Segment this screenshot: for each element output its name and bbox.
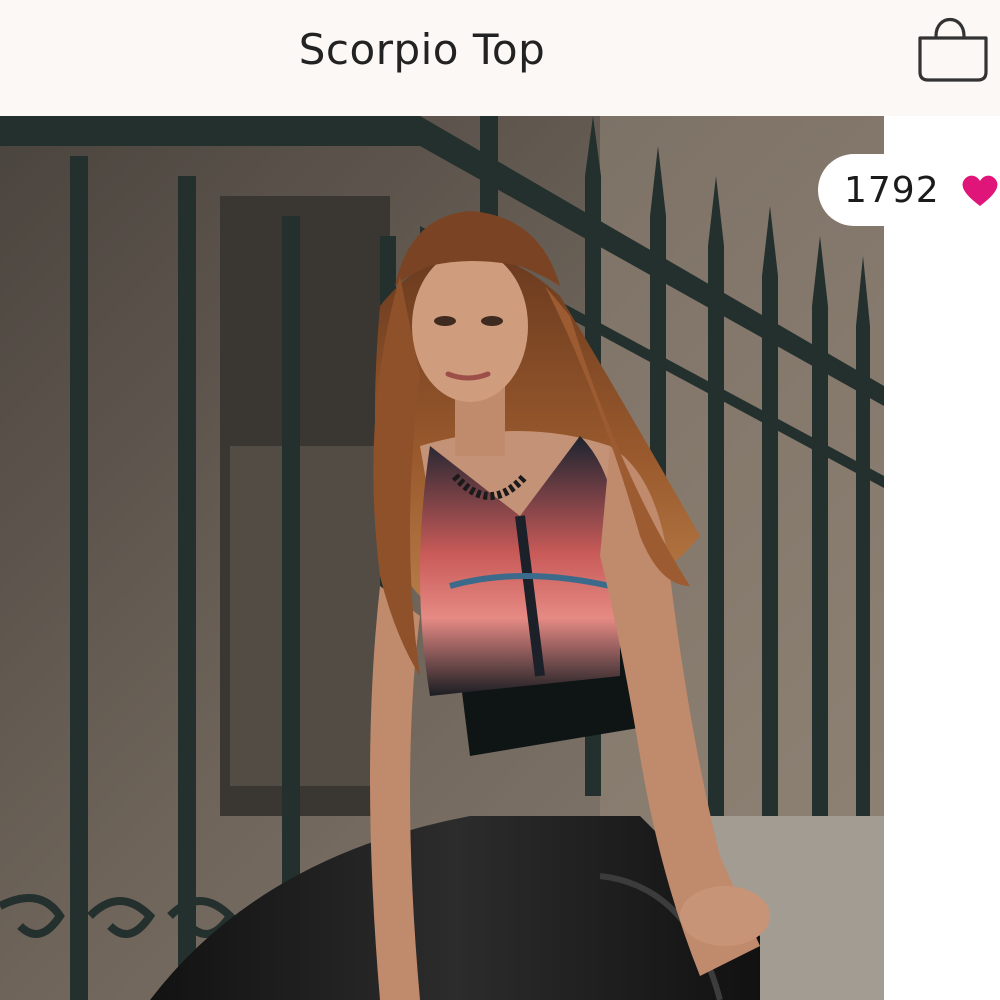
cart-button[interactable]	[910, 8, 996, 88]
product-photo[interactable]	[0, 116, 884, 1000]
app-header: Scorpio Top	[0, 0, 1000, 116]
side-gutter	[884, 116, 1000, 1000]
likes-count: 1792	[844, 169, 940, 211]
product-image	[0, 116, 884, 1000]
heart-icon	[962, 175, 998, 206]
shopping-bag-icon	[918, 18, 988, 82]
product-title: Scorpio Top	[298, 25, 546, 74]
likes-button[interactable]: 1792	[818, 154, 1000, 226]
